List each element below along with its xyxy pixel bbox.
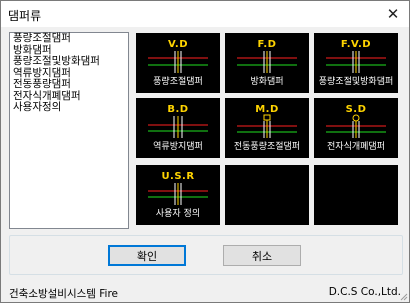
tile-bd[interactable]: B.D 역류방지댐퍼 bbox=[136, 98, 220, 158]
list-item[interactable]: 전동풍량댐퍼 bbox=[10, 78, 128, 91]
tile-label: 역류방지댐퍼 bbox=[153, 142, 203, 152]
close-icon[interactable]: ✕ bbox=[383, 4, 403, 24]
tile-label: 방화댐퍼 bbox=[250, 77, 284, 87]
tile-usr[interactable]: U.S.R 사용자 정의 bbox=[136, 165, 220, 225]
list-item[interactable]: 풍량조절및방화댐퍼 bbox=[10, 55, 128, 68]
damper-type-list[interactable]: 풍량조절댐퍼 방화댐퍼 풍량조절및방화댐퍼 역류방지댐퍼 전동풍량댐퍼 전자식개… bbox=[9, 32, 129, 229]
tile-abbr: M.D bbox=[255, 104, 279, 115]
status-app-name: 건축소방설비시스템 Fire bbox=[9, 288, 119, 300]
cancel-button[interactable]: 취소 bbox=[223, 245, 301, 266]
tile-abbr: F.V.D bbox=[340, 39, 372, 50]
button-group bbox=[9, 235, 403, 275]
damper-dialog: 댐퍼류 ✕ 풍량조절댐퍼 방화댐퍼 풍량조절및방화댐퍼 역류방지댐퍼 전동풍량댐… bbox=[0, 0, 410, 303]
tile-label: 풍량조절댐퍼 bbox=[153, 77, 203, 87]
tile-empty[interactable] bbox=[225, 165, 309, 225]
ok-button[interactable]: 확인 bbox=[108, 245, 186, 266]
tile-abbr: U.S.R bbox=[161, 171, 195, 182]
tile-abbr: F.D bbox=[257, 39, 277, 50]
tile-fd[interactable]: F.D 방화댐퍼 bbox=[225, 33, 309, 93]
tile-abbr: B.D bbox=[167, 104, 189, 115]
tile-fvd[interactable]: F.V.D 풍량조절및방화댐퍼 bbox=[314, 33, 398, 93]
tile-md[interactable]: M.D 전동풍량조절댐퍼 bbox=[225, 98, 309, 158]
tile-empty[interactable] bbox=[314, 165, 398, 225]
tile-label: 풍량조절및방화댐퍼 bbox=[318, 77, 394, 87]
list-item[interactable]: 풍량조절댐퍼 bbox=[10, 32, 128, 45]
list-item[interactable]: 사용자정의 bbox=[10, 101, 128, 114]
status-company: D.C.S Co.,Ltd. bbox=[328, 286, 401, 298]
tile-vd[interactable]: V.D 풍량조절댐퍼 bbox=[136, 33, 220, 93]
resize-grip-icon[interactable] bbox=[398, 291, 408, 301]
tile-label: 전동풍량조절댐퍼 bbox=[233, 142, 301, 152]
window-title: 댐퍼류 bbox=[8, 9, 42, 23]
damper-symbol-grid: V.D 풍량조절댐퍼 F.D 방화댐퍼 F.V.D 풍량조절및방화댐퍼 B.D … bbox=[134, 32, 403, 229]
tile-abbr: V.D bbox=[167, 39, 189, 50]
tile-label: 사용자 정의 bbox=[155, 209, 201, 219]
tile-abbr: S.D bbox=[345, 104, 367, 115]
tile-label: 전자식개폐댐퍼 bbox=[327, 142, 385, 152]
tile-sd[interactable]: S.D 전자식개폐댐퍼 bbox=[314, 98, 398, 158]
title-bar: 댐퍼류 ✕ bbox=[1, 1, 409, 27]
